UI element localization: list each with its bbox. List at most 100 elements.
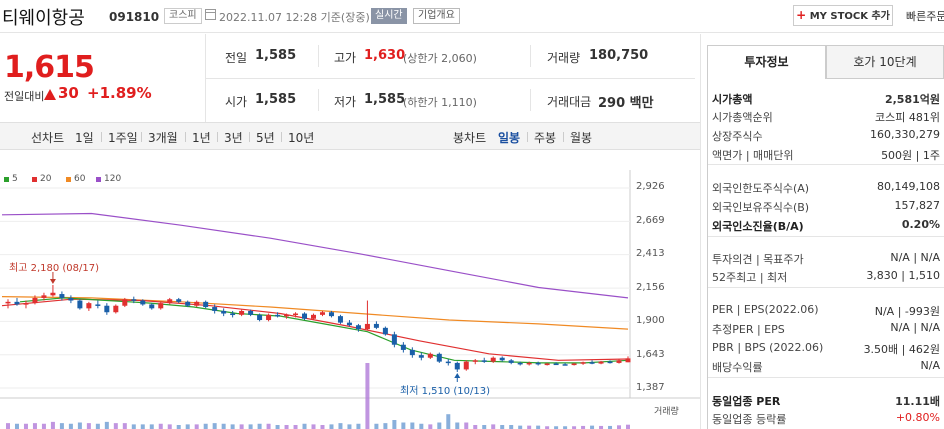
divider [281,132,282,142]
info-label: 52주최고 | 최저 [712,271,788,284]
change-label: 전일대비 [4,90,45,103]
info-label: 외국인소진율(B/A) [712,220,804,233]
info-label: PBR | BPS (2022.06) [712,341,824,354]
info-label: 동일업종 PER [712,395,781,408]
company-name[interactable]: 티웨이항공 [2,4,85,30]
prev-close-label: 전일 [225,51,248,65]
divider [708,287,944,288]
quick-order-link[interactable]: 빠른주문 [906,8,944,24]
info-label: 외국인보유주식수(B) [712,201,810,214]
line-chart-label: 선차트 [31,131,65,145]
y-tick-label: 1,387 [636,382,665,393]
info-value: +0.80% [895,411,940,424]
y-tick-label: 2,669 [636,215,665,226]
stock-code: 091810 [109,10,160,24]
divider [318,45,319,67]
divider [708,164,944,165]
divider [708,236,944,237]
low-annotation: 최저 1,510 (10/13) [400,386,491,397]
divider [563,132,564,142]
add-my-stock-label: MY STOCK 추가 [809,11,890,22]
info-label: 시가총액 [712,93,753,106]
price-change: 30 [58,84,79,102]
upper-limit: (상한가 2,060) [403,52,477,65]
divider [217,132,218,142]
info-value: 2,581억원 [884,93,940,106]
divider [249,132,250,142]
info-value: N/A | N/A [890,321,940,334]
y-tick-label: 2,413 [636,248,665,259]
divider [101,132,102,142]
info-label: 시가총액순위 [712,111,773,124]
period-3y[interactable]: 3년 [224,129,243,146]
period-10y[interactable]: 10년 [288,129,314,146]
y-tick-label: 2,926 [636,181,665,192]
y-tick-label: 1,900 [636,315,665,326]
open-value: 1,585 [255,92,297,107]
divider [530,89,531,111]
info-value: 80,149,108 [877,180,940,193]
plus-icon: + [796,8,807,22]
info-value: 3.50배 | 462원 [863,343,940,356]
tab-invest-info[interactable]: 투자정보 [707,45,826,79]
info-value: N/A | -993원 [874,305,940,318]
current-price: 1,615 [4,50,95,85]
calendar-icon [205,9,216,20]
prev-close-value: 1,585 [255,48,297,63]
period-5y[interactable]: 5년 [256,129,275,146]
low-label: 저가 [334,95,357,109]
y-tick-label: 2,156 [636,282,665,293]
info-label: 상장주식수 [712,130,763,143]
panel-divider [700,34,701,429]
up-arrow-icon [44,89,56,100]
stock-header: 티웨이항공 091810 코스피 2022.11.07 12:28 기준(장중)… [0,0,944,33]
candle-weekly[interactable]: 주봉 [534,129,556,146]
divider [530,45,531,67]
high-annotation: 최고 2,180 (08/17) [9,263,100,274]
divider [708,377,944,378]
market-badge: 코스피 [164,8,202,24]
add-my-stock-button[interactable]: + MY STOCK 추가 [793,5,893,26]
low-value: 1,585 [364,92,406,107]
high-label: 고가 [334,51,357,65]
candle-monthly[interactable]: 월봉 [570,129,592,146]
volume-value: 180,750 [589,48,649,63]
quote-date: 2022.11.07 12:28 기준(장중) [219,11,370,24]
high-value: 1,630 [364,48,406,63]
info-value: 0.20% [901,218,940,231]
period-1y[interactable]: 1년 [192,129,211,146]
chart-period-bar: 선차트 1일 1주일 3개월 1년 3년 5년 10년 봉차트 일봉 주봉 월봉 [0,122,700,150]
info-value: 11.11배 [895,395,940,408]
period-3m[interactable]: 3개월 [148,129,178,146]
info-value: 500원 | 1주 [881,149,940,162]
period-1w[interactable]: 1주일 [108,129,138,146]
tab-quote-10[interactable]: 호가 10단계 [826,45,944,79]
volume-axis-label: 거래량 [654,407,679,417]
info-label: PER | EPS(2022.06) [712,303,819,316]
price-change-percent: +1.89% [87,84,152,102]
divider [205,78,695,79]
amount-value: 290 백만 [598,96,654,111]
chart-labels-layer: 2,926 2,669 2,413 2,156 1,900 1,643 1,38… [0,150,700,429]
info-label: 외국인한도주식수(A) [712,182,810,195]
candle-daily[interactable]: 일봉 [498,129,520,146]
info-value: N/A | N/A [890,251,940,264]
info-label: 동일업종 등락률 [712,413,787,426]
company-overview-button[interactable]: 기업개요 [413,8,460,24]
volume-label: 거래량 [547,51,581,65]
info-label: 추정PER | EPS [712,323,785,336]
y-tick-label: 1,643 [636,349,665,360]
price-chart[interactable]: 5 20 60 120 2,926 2,669 2,413 2,156 1,90… [0,150,700,429]
period-1d[interactable]: 1일 [75,129,94,146]
amount-label: 거래대금 [547,95,592,109]
info-value: N/A [920,359,940,372]
info-label: 액면가 | 매매단위 [712,149,794,162]
info-label: 배당수익률 [712,361,763,374]
realtime-button[interactable]: 실시간 [371,8,407,24]
divider [318,89,319,111]
open-label: 시가 [225,95,248,109]
divider [185,132,186,142]
info-value: 3,830 | 1,510 [866,269,940,282]
divider [527,132,528,142]
info-value: 157,827 [894,199,941,212]
